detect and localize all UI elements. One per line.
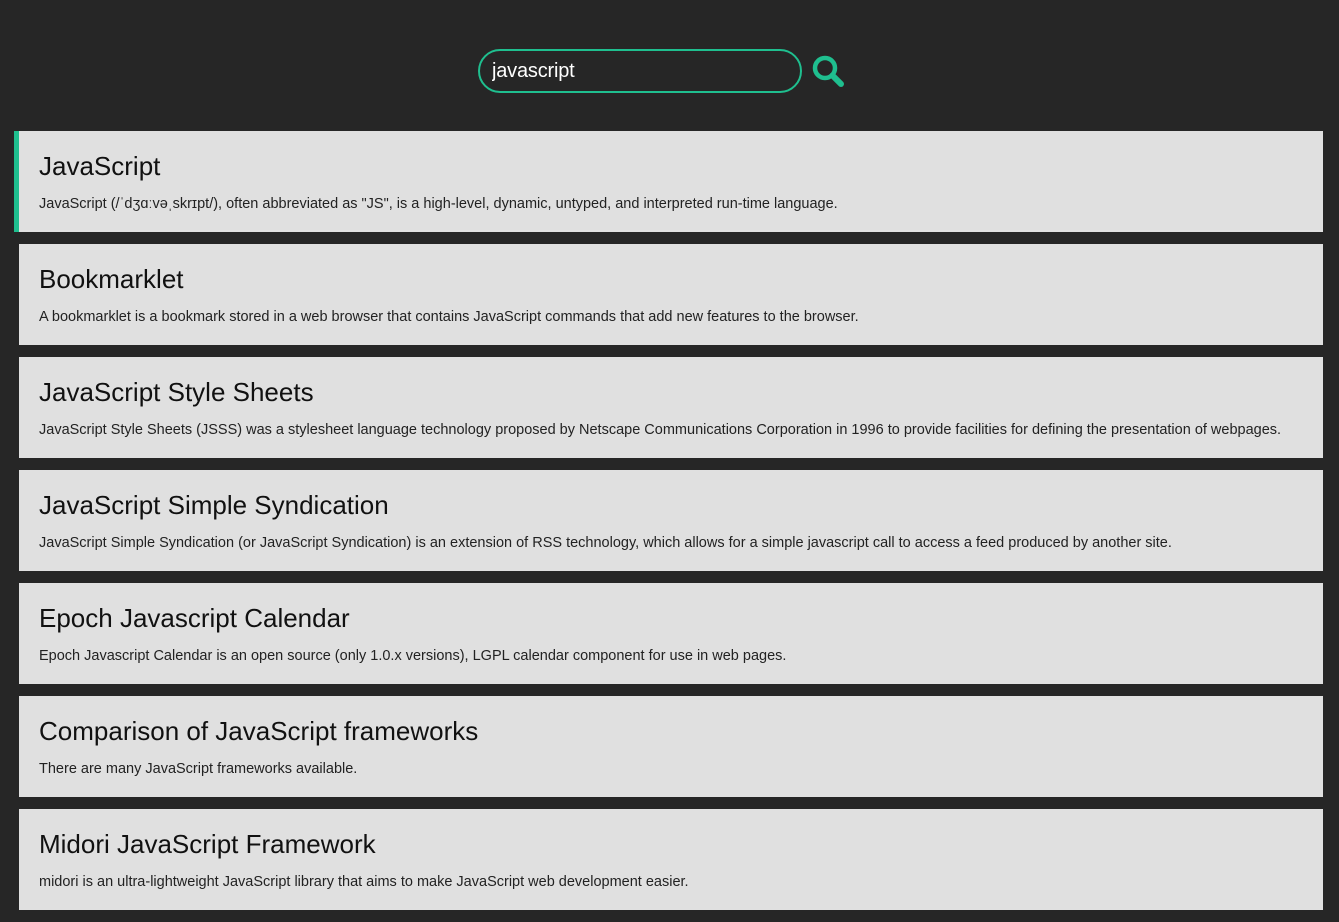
search-bar [478,49,848,93]
result-title: JavaScript Style Sheets [39,377,314,407]
result-item[interactable]: Epoch Javascript Calendar Epoch Javascri… [14,583,1323,684]
result-title: Bookmarklet [39,264,184,294]
result-item[interactable]: JavaScript Simple Syndication JavaScript… [14,470,1323,571]
result-snippet: midori is an ultra-lightweight JavaScrip… [39,874,689,890]
result-item[interactable]: Bookmarklet A bookmarklet is a bookmark … [14,244,1323,345]
result-item[interactable]: Midori JavaScript Framework midori is an… [14,809,1323,910]
result-snippet: JavaScript Simple Syndication (or JavaSc… [39,535,1172,551]
search-icon [812,55,844,87]
result-title: Epoch Javascript Calendar [39,603,350,633]
result-snippet: JavaScript Style Sheets (JSSS) was a sty… [39,422,1282,438]
result-snippet: A bookmarklet is a bookmark stored in a … [39,309,859,325]
result-title: Midori JavaScript Framework [39,829,376,859]
result-title: Comparison of JavaScript frameworks [39,716,479,746]
result-title: JavaScript Simple Syndication [39,490,389,520]
result-item[interactable]: JavaScript JavaScript (/ˈdʒɑːvəˌskrɪpt/)… [14,131,1323,232]
result-item[interactable]: JavaScript Style Sheets JavaScript Style… [14,357,1323,458]
result-item[interactable]: Comparison of JavaScript frameworks Ther… [14,696,1323,797]
search-input[interactable] [478,49,802,93]
results-list: JavaScript JavaScript (/ˈdʒɑːvəˌskrɪpt/)… [14,131,1323,922]
search-button[interactable] [810,53,848,91]
result-snippet: JavaScript (/ˈdʒɑːvəˌskrɪpt/), often abb… [39,196,838,212]
result-snippet: There are many JavaScript frameworks ava… [39,761,358,777]
result-snippet: Epoch Javascript Calendar is an open sou… [39,648,787,664]
result-title: JavaScript [39,151,161,181]
